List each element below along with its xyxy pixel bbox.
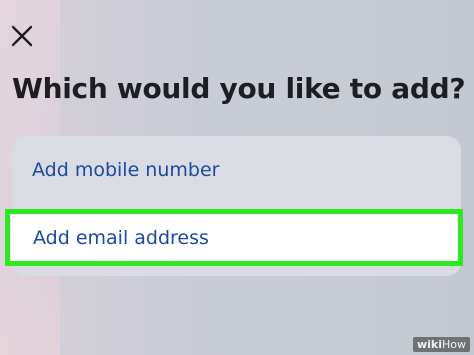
- page-title: Which would you like to add?: [12, 72, 466, 105]
- wikihow-watermark: wikiHow: [412, 337, 470, 352]
- add-mobile-number-option[interactable]: Add mobile number: [12, 136, 461, 204]
- watermark-brand: wiki: [416, 338, 442, 351]
- close-button[interactable]: [8, 22, 36, 50]
- add-email-address-option[interactable]: Add email address: [5, 209, 463, 266]
- add-email-address-label: Add email address: [33, 226, 209, 249]
- close-icon: [10, 24, 34, 48]
- watermark-suffix: How: [442, 338, 466, 351]
- add-mobile-number-label: Add mobile number: [32, 159, 220, 181]
